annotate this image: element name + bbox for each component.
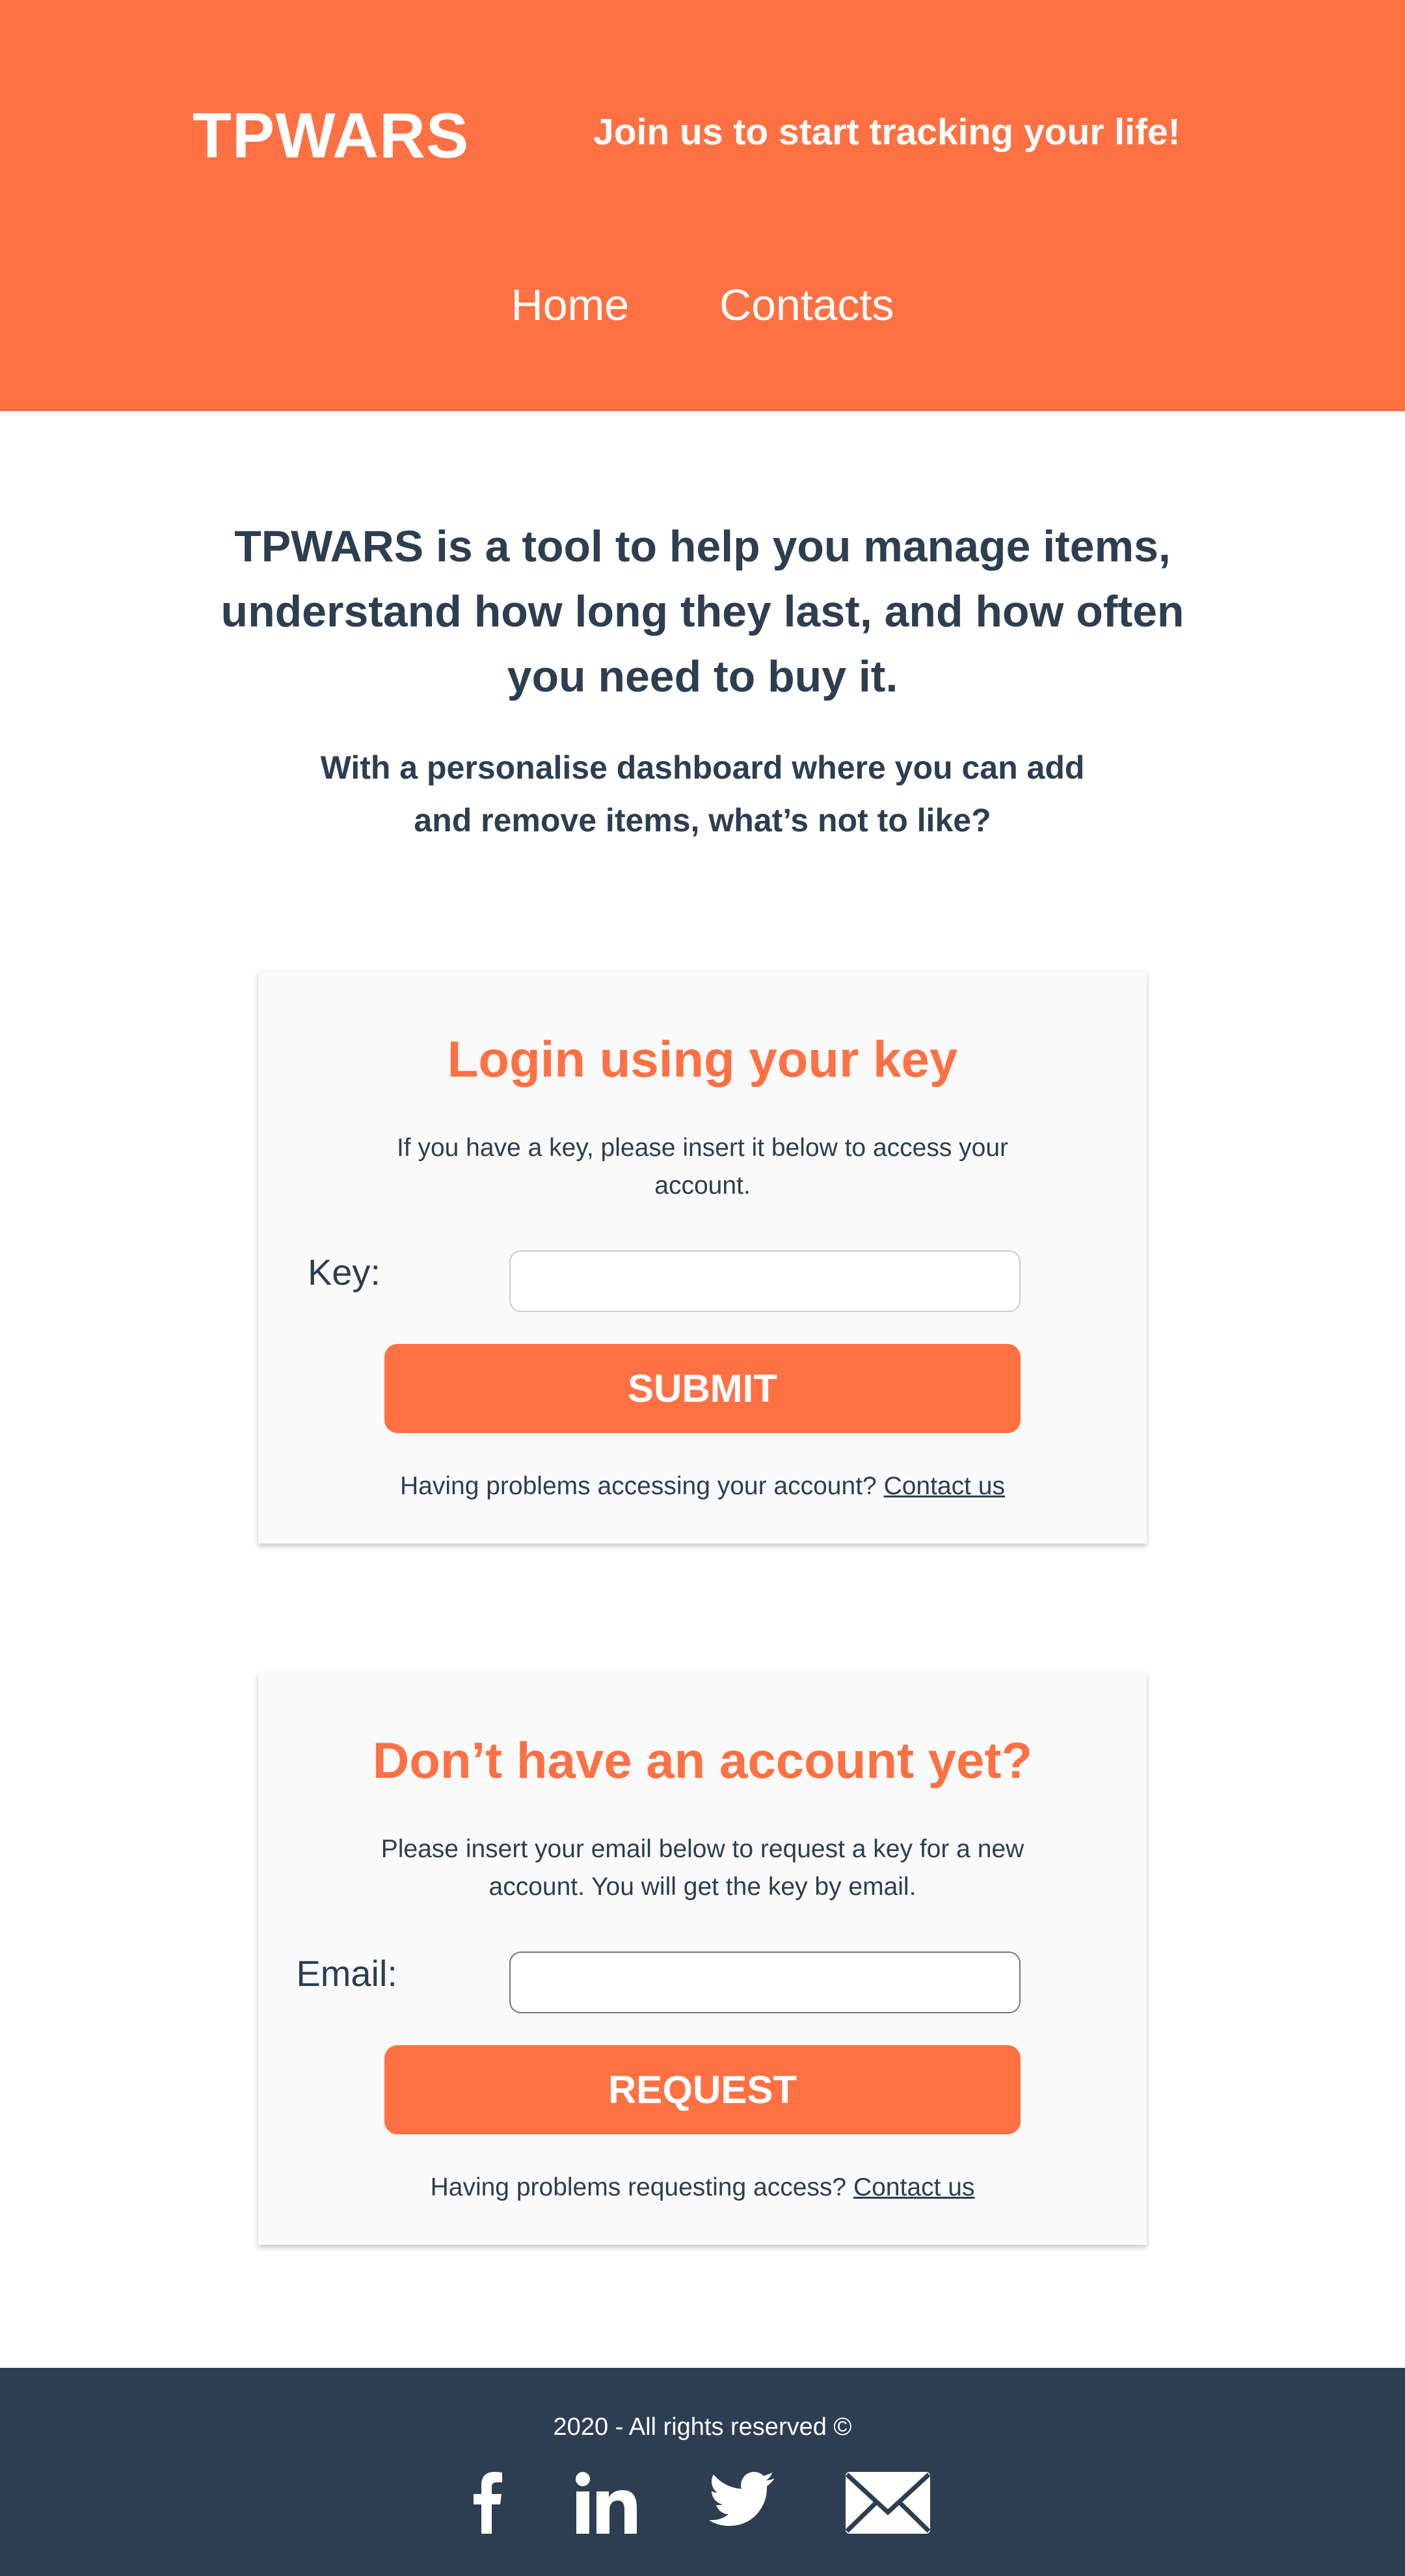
login-title: Login using your key bbox=[447, 1030, 958, 1088]
request-title: Don’t have an account yet? bbox=[372, 1732, 1033, 1789]
login-description: If you have a key, please insert it belo… bbox=[396, 1134, 1009, 1200]
nav-contacts[interactable]: Contacts bbox=[719, 280, 894, 330]
request-description: Please insert your email below to reques… bbox=[381, 1835, 1024, 1901]
email-label: Email: bbox=[296, 1953, 397, 1994]
request-contact-link[interactable]: Contact us bbox=[853, 2173, 974, 2201]
key-label: Key: bbox=[307, 1252, 381, 1293]
site-footer: 2020 - All rights reserved © bbox=[0, 2368, 1405, 2576]
login-contact-link[interactable]: Contact us bbox=[884, 1472, 1005, 1500]
intro-headline: TPWARS is a tool to help you manage item… bbox=[221, 522, 1184, 701]
login-help: Having problems accessing your account? … bbox=[258, 1472, 1147, 1501]
tagline: Join us to start tracking your life! bbox=[593, 111, 1181, 153]
facebook-icon[interactable] bbox=[474, 2472, 502, 2534]
intro-subline: With a personalise dashboard where you c… bbox=[320, 749, 1085, 839]
email-icon[interactable] bbox=[846, 2472, 930, 2534]
twitter-icon[interactable] bbox=[709, 2472, 774, 2534]
request-button[interactable]: REQUEST bbox=[384, 2045, 1021, 2134]
site-header: TPWARS Join us to start tracking your li… bbox=[0, 0, 1405, 411]
logo[interactable]: TPWARS bbox=[193, 99, 469, 172]
main-nav: Home Contacts bbox=[0, 280, 1405, 330]
request-help: Having problems requesting access? Conta… bbox=[258, 2173, 1147, 2202]
request-card: Don’t have an account yet? Please insert… bbox=[258, 1672, 1147, 2245]
submit-button[interactable]: SUBMIT bbox=[384, 1344, 1021, 1433]
login-help-text: Having problems accessing your account? bbox=[400, 1472, 877, 1500]
key-input[interactable] bbox=[509, 1250, 1021, 1312]
linkedin-icon[interactable] bbox=[576, 2472, 637, 2534]
request-help-text: Having problems requesting access? bbox=[430, 2173, 847, 2201]
login-card: Login using your key If you have a key, … bbox=[258, 971, 1147, 1544]
email-input[interactable] bbox=[509, 1952, 1021, 2013]
copyright: 2020 - All rights reserved © bbox=[553, 2413, 852, 2441]
nav-home[interactable]: Home bbox=[511, 280, 629, 330]
